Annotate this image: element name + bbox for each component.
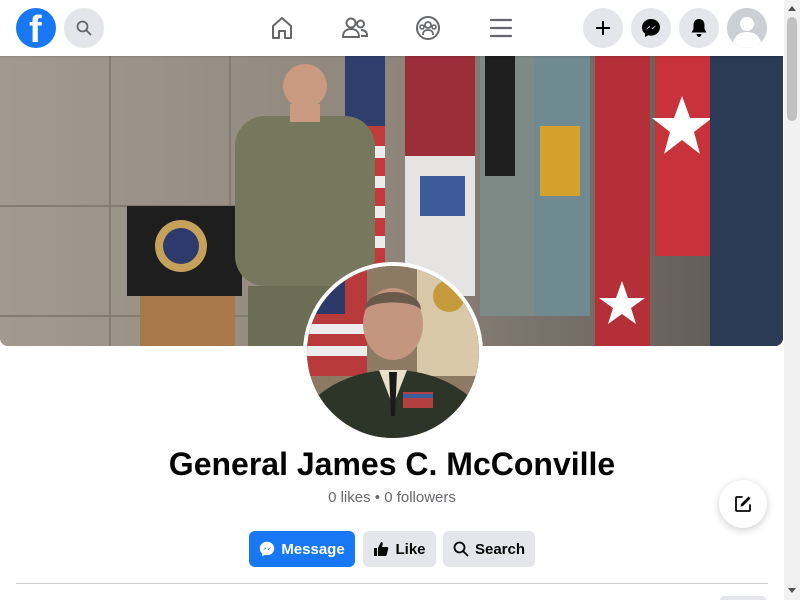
- groups-icon: [416, 16, 440, 40]
- home-icon: [272, 17, 292, 39]
- menu-tab[interactable]: [485, 12, 517, 44]
- search-page-button[interactable]: Search: [443, 531, 535, 567]
- page-scrollbar[interactable]: [784, 0, 800, 600]
- scroll-up-arrow-icon[interactable]: [788, 6, 796, 11]
- friends-tab[interactable]: [339, 12, 371, 44]
- plus-icon: [596, 21, 610, 35]
- section-divider: [16, 583, 768, 584]
- likes-followers-count[interactable]: 0 likes • 0 followers: [0, 489, 784, 506]
- bell-icon: [691, 19, 707, 37]
- messenger-icon: [642, 19, 660, 37]
- like-button-label: Like: [395, 540, 426, 558]
- message-button[interactable]: Message: [249, 531, 355, 567]
- message-button-label: Message: [281, 540, 345, 558]
- search-icon: [76, 20, 92, 36]
- search-button[interactable]: [64, 8, 104, 48]
- new-message-button[interactable]: [719, 480, 767, 528]
- facebook-logo[interactable]: f: [16, 8, 56, 51]
- account-avatar[interactable]: [727, 8, 767, 48]
- scroll-down-arrow-icon[interactable]: [788, 588, 796, 593]
- profile-picture[interactable]: [303, 262, 483, 442]
- messenger-icon: [260, 541, 275, 557]
- groups-tab[interactable]: [412, 12, 444, 44]
- search-icon: [453, 541, 469, 557]
- content-preview: [720, 596, 766, 600]
- friends-icon: [342, 17, 369, 38]
- menu-icon: [489, 18, 513, 38]
- search-button-label: Search: [474, 540, 526, 558]
- messenger-button[interactable]: [631, 8, 671, 48]
- notifications-button[interactable]: [679, 8, 719, 48]
- compose-icon: [735, 496, 751, 512]
- like-button[interactable]: Like: [363, 531, 436, 567]
- scrollbar-thumb[interactable]: [787, 17, 797, 121]
- default-avatar-icon: [727, 8, 767, 48]
- profile-picture-image: [307, 266, 479, 438]
- create-button[interactable]: [583, 8, 623, 48]
- page-title: General James C. McConville: [168, 446, 616, 482]
- home-tab[interactable]: [266, 12, 298, 44]
- facebook-logo-letter: f: [29, 9, 42, 51]
- profile-page: General James C. McConville 0 likes • 0 …: [0, 56, 784, 600]
- top-navigation-bar: f: [0, 0, 784, 56]
- thumbs-up-icon: [374, 542, 389, 556]
